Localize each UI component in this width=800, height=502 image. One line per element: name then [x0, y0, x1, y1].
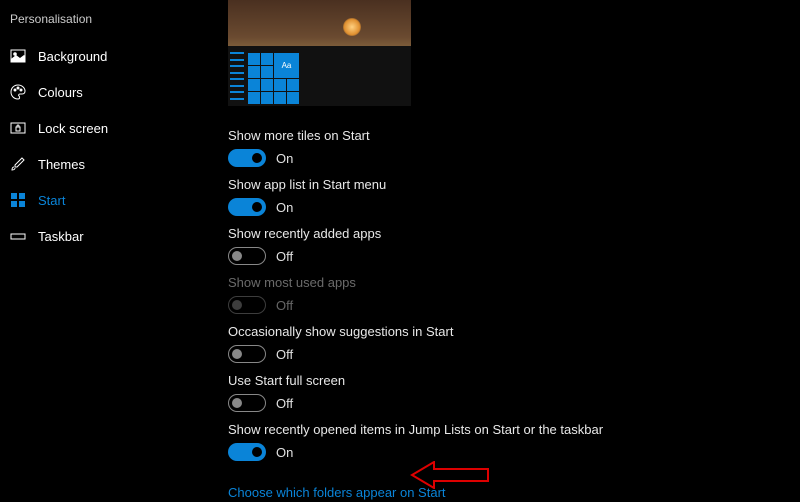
- sidebar-item-label: Background: [38, 49, 107, 64]
- toggle-switch[interactable]: [228, 394, 266, 412]
- toggle-row: Off: [228, 247, 800, 265]
- setting-label: Show app list in Start menu: [228, 177, 800, 192]
- sidebar-item-colours[interactable]: Colours: [0, 74, 200, 110]
- preview-start-tiles: Aa: [246, 51, 301, 106]
- setting-label: Occasionally show suggestions in Start: [228, 324, 800, 339]
- start-icon: [10, 192, 26, 208]
- toggle-row: On: [228, 443, 800, 461]
- sidebar-item-label: Start: [38, 193, 65, 208]
- lock-screen-icon: [10, 120, 26, 136]
- toggle-row: Off: [228, 345, 800, 363]
- picture-icon: [10, 48, 26, 64]
- main-panel: Aa Show more tiles on StartOnShow app li…: [200, 0, 800, 502]
- preview-taskbar: Aa: [228, 46, 411, 106]
- brush-icon: [10, 156, 26, 172]
- toggle-switch[interactable]: [228, 443, 266, 461]
- setting-row: Show recently added apps Off: [228, 226, 800, 265]
- start-preview: Aa: [228, 0, 411, 106]
- sidebar-item-label: Themes: [38, 157, 85, 172]
- setting-row: Show recently opened items in Jump Lists…: [228, 422, 800, 461]
- setting-row: Show most used apps Off: [228, 275, 800, 314]
- sidebar-heading: Personalisation: [0, 8, 200, 38]
- preview-tile-text: Aa: [274, 53, 299, 78]
- choose-folders-link[interactable]: Choose which folders appear on Start: [228, 485, 446, 500]
- sidebar-item-background[interactable]: Background: [0, 38, 200, 74]
- preview-start-list: [228, 46, 246, 106]
- toggle-switch[interactable]: [228, 198, 266, 216]
- sidebar-item-label: Colours: [38, 85, 83, 100]
- setting-label: Show recently opened items in Jump Lists…: [228, 422, 800, 437]
- toggle-row: On: [228, 198, 800, 216]
- toggle-state-text: On: [276, 200, 293, 215]
- sidebar-item-taskbar[interactable]: Taskbar: [0, 218, 200, 254]
- toggle-switch[interactable]: [228, 247, 266, 265]
- toggle-switch[interactable]: [228, 149, 266, 167]
- toggle-state-text: On: [276, 151, 293, 166]
- setting-label: Use Start full screen: [228, 373, 800, 388]
- setting-label: Show recently added apps: [228, 226, 800, 241]
- taskbar-icon: [10, 228, 26, 244]
- sidebar-item-label: Lock screen: [38, 121, 108, 136]
- sidebar: Personalisation Background Colours Lock …: [0, 0, 200, 502]
- sidebar-item-themes[interactable]: Themes: [0, 146, 200, 182]
- preview-sun: [343, 18, 361, 36]
- sidebar-item-start[interactable]: Start: [0, 182, 200, 218]
- sidebar-item-label: Taskbar: [38, 229, 84, 244]
- sidebar-item-lock-screen[interactable]: Lock screen: [0, 110, 200, 146]
- toggle-switch[interactable]: [228, 345, 266, 363]
- toggle-state-text: Off: [276, 298, 293, 313]
- toggle-state-text: On: [276, 445, 293, 460]
- setting-row: Show more tiles on Start On: [228, 128, 800, 167]
- toggle-state-text: Off: [276, 249, 293, 264]
- toggle-row: Off: [228, 296, 800, 314]
- setting-label: Show more tiles on Start: [228, 128, 800, 143]
- setting-row: Occasionally show suggestions in Start Of…: [228, 324, 800, 363]
- toggle-switch: [228, 296, 266, 314]
- setting-label: Show most used apps: [228, 275, 800, 290]
- toggle-row: Off: [228, 394, 800, 412]
- toggle-row: On: [228, 149, 800, 167]
- palette-icon: [10, 84, 26, 100]
- setting-row: Show app list in Start menu On: [228, 177, 800, 216]
- toggle-state-text: Off: [276, 347, 293, 362]
- toggle-state-text: Off: [276, 396, 293, 411]
- setting-row: Use Start full screen Off: [228, 373, 800, 412]
